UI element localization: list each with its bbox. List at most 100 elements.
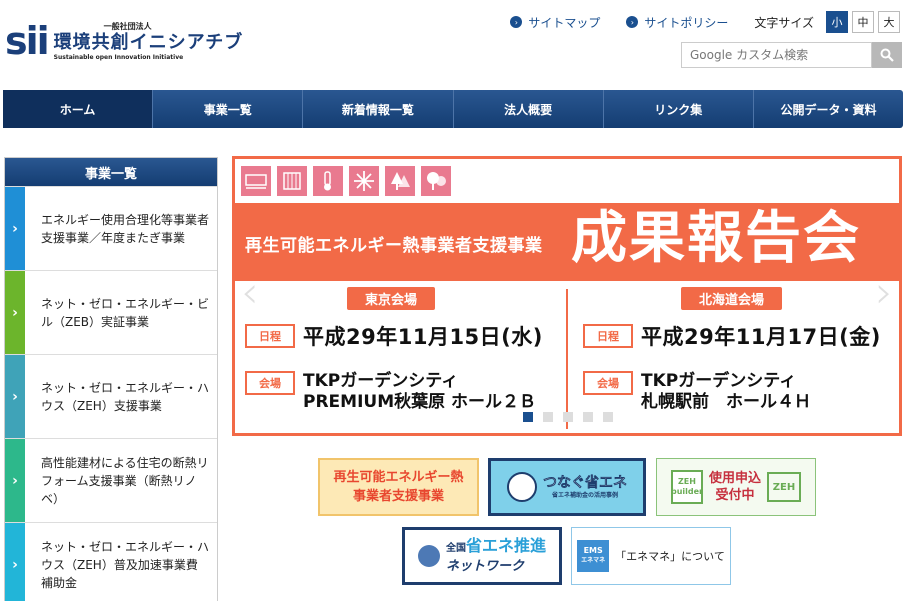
tokyo-date-row: 日程 平成29年11月15日(水) — [245, 321, 543, 351]
carousel-dot[interactable] — [603, 412, 613, 422]
thermometer-icon — [313, 166, 343, 196]
tokyo-place-line1: TKPガーデンシティ — [303, 371, 459, 391]
forest-icon — [385, 166, 415, 196]
sitemap-label: サイトマップ — [528, 15, 601, 30]
hokkaido-place-row: 会場 TKPガーデンシティ 札幌駅前 ホール４Ｈ — [583, 371, 811, 413]
zeh-builder-icon: ZEH builder — [670, 470, 703, 504]
chevron-right-icon: › — [626, 16, 639, 28]
hokkaido-date: 平成29年11月17日(金) — [641, 325, 881, 349]
magnifier-globe-icon — [507, 472, 537, 502]
sidebar-item[interactable]: › ネット・ゼロ・エネルギー・ビル（ZEB）実証事業 — [5, 270, 217, 354]
zeh-house-bottom: builder — [670, 487, 703, 496]
network-big: 省エネ推進 — [465, 535, 546, 555]
sidebar-item[interactable]: › ネット・ゼロ・エネルギー・ハウス（ZEH）支援事業 — [5, 354, 217, 438]
sidebar-item[interactable]: › エネルギー使用合理化等事業者支援事業／年度またぎ事業 — [5, 186, 217, 270]
nav-projects[interactable]: 事業一覧 — [153, 90, 304, 128]
banner-subtitle: 再生可能エネルギー熱事業者支援事業 — [245, 236, 543, 256]
banner-venues: 東京会場 日程 平成29年11月15日(水) 会場 TKPガーデンシティ PRE… — [235, 281, 899, 433]
snowflake-icon — [349, 166, 379, 196]
utility-bar: › サイトマップ › サイトポリシー 文字サイズ 小 中 大 — [510, 11, 900, 33]
search-icon — [880, 48, 894, 62]
zeh-line2: 受付中 — [715, 488, 755, 503]
banner-icon-strip — [235, 159, 899, 203]
font-size-large-button[interactable]: 大 — [878, 11, 900, 33]
energy-network-link-banner[interactable]: 全国省エネ推進 ネットワーク — [402, 527, 562, 585]
tokyo-place: TKPガーデンシティ PREMIUM秋葉原 ホール２Ｂ — [303, 371, 536, 413]
font-size-label: 文字サイズ — [754, 15, 814, 30]
renewable-heat-text: 再生可能エネルギー熱 事業者支援事業 — [333, 468, 463, 506]
tokyo-place-line2: PREMIUM秋葉原 ホール２Ｂ — [303, 392, 537, 412]
carousel-dot[interactable] — [583, 412, 593, 422]
logo-subtitle: Sustainable open Innovation Initiative — [53, 54, 184, 61]
sidebar-item[interactable]: › ネット・ゼロ・エネルギー・ハウス（ZEH）普及加速事業費補助金 — [5, 522, 217, 601]
tokyo-place-row: 会場 TKPガーデンシティ PREMIUM秋葉原 ホール２Ｂ — [245, 371, 536, 413]
chevron-right-icon: › — [5, 439, 25, 522]
sidebar-item-label: ネット・ゼロ・エネルギー・ハウス（ZEH）支援事業 — [41, 380, 210, 413]
site-policy-label: サイトポリシー — [644, 15, 729, 30]
nav-public-data[interactable]: 公開データ・資料 — [754, 90, 903, 128]
zeh-line1: 使用申込 — [708, 471, 761, 486]
venue-tag: 会場 — [245, 371, 295, 395]
event-banner[interactable]: 再生可能エネルギー熱事業者支援事業 成果報告会 東京会場 日程 平成29年11月… — [232, 156, 902, 436]
chevron-right-icon: › — [510, 16, 523, 28]
tsunagu-content: つなぐ省エネ 省エネ補助金の活用事例 — [507, 472, 627, 502]
tokyo-date: 平成29年11月15日(水) — [303, 325, 543, 349]
tsunagu-shoene-link-banner[interactable]: つなぐ省エネ 省エネ補助金の活用事例 — [488, 458, 646, 516]
renewable-heat-link-banner[interactable]: 再生可能エネルギー熱 事業者支援事業 — [318, 458, 479, 516]
logo-small-label: 一般社団法人 — [103, 22, 152, 31]
nav-about[interactable]: 法人概要 — [454, 90, 604, 128]
logo-text: 一般社団法人 環境共創イニシアチブ Sustainable open Innov… — [54, 22, 244, 62]
hokkaido-place: TKPガーデンシティ 札幌駅前 ホール４Ｈ — [641, 371, 811, 413]
network-prefix: 全国 — [445, 542, 466, 554]
sidebar-item-label: ネット・ゼロ・エネルギー・ハウス（ZEH）普及加速事業費補助金 — [41, 539, 210, 590]
enemane-link-banner[interactable]: EMS エネマネ 「エネマネ」について — [571, 527, 731, 585]
zeh-application-link-banner[interactable]: ZEH builder 使用申込 受付中 ZEH — [656, 458, 816, 516]
carousel-next-arrow[interactable]: › — [875, 271, 893, 315]
logo-name: 環境共創イニシアチブ — [53, 32, 244, 53]
font-size-medium-button[interactable]: 中 — [852, 11, 874, 33]
zeh-house-icon: ZEH — [767, 472, 801, 502]
people-icon — [417, 545, 440, 567]
sidebar-item[interactable]: › 高性能建材による住宅の断熱リフォーム支援事業（断熱リノベ） — [5, 438, 217, 522]
zeh-application-text: 使用申込 受付中 — [709, 470, 761, 504]
tsunagu-title: つなぐ省エネ — [543, 475, 627, 491]
carousel-prev-arrow[interactable]: ‹ — [241, 271, 259, 315]
carousel-dot[interactable] — [563, 412, 573, 422]
radiator-icon — [277, 166, 307, 196]
venue-tag: 会場 — [583, 371, 633, 395]
nav-home[interactable]: ホーム — [3, 90, 154, 128]
tsunagu-small: 省エネ補助金の活用事例 — [551, 492, 618, 499]
chevron-right-icon: › — [5, 271, 25, 354]
sidebar-item-label: 高性能建材による住宅の断熱リフォーム支援事業（断熱リノベ） — [41, 455, 209, 506]
sidebar-item-label: エネルギー使用合理化等事業者支援事業／年度またぎ事業 — [41, 212, 210, 245]
hokkaido-venue-badge: 北海道会場 — [681, 287, 783, 310]
carousel-dot[interactable] — [523, 412, 533, 422]
carousel-dot[interactable] — [543, 412, 553, 422]
hokkaido-date-row: 日程 平成29年11月17日(金) — [583, 321, 881, 351]
solar-collector-icon — [241, 166, 271, 196]
font-size-small-button[interactable]: 小 — [826, 11, 848, 33]
ems-logo-sub: エネマネ — [581, 557, 606, 564]
page: sii 一般社団法人 環境共創イニシアチブ Sustainable open I… — [0, 0, 906, 601]
search-input[interactable] — [681, 42, 872, 68]
carousel-dots — [523, 412, 623, 422]
site-logo[interactable]: sii 一般社団法人 環境共創イニシアチブ Sustainable open I… — [5, 22, 243, 62]
tsunagu-text: つなぐ省エネ 省エネ補助金の活用事例 — [543, 474, 627, 500]
search-button[interactable] — [872, 42, 902, 68]
sidebar-item-label: ネット・ゼロ・エネルギー・ビル（ZEB）実証事業 — [41, 296, 210, 329]
venue-divider — [566, 289, 568, 429]
renewable-heat-line1: 再生可能エネルギー熱 — [333, 470, 464, 485]
renewable-heat-line2: 事業者支援事業 — [352, 489, 444, 504]
chevron-right-icon: › — [5, 523, 25, 601]
zeh-house-top: ZEH — [678, 477, 696, 486]
sidebar-title: 事業一覧 — [5, 158, 217, 186]
sitemap-link[interactable]: › サイトマップ — [510, 14, 600, 31]
sidebar: 事業一覧 › エネルギー使用合理化等事業者支援事業／年度またぎ事業 › ネット・… — [4, 157, 218, 601]
trees-icon — [421, 166, 451, 196]
network-line2: ネットワーク — [445, 558, 524, 574]
site-policy-link[interactable]: › サイトポリシー — [626, 14, 728, 31]
hokkaido-place-line1: TKPガーデンシティ — [641, 371, 797, 391]
nav-links[interactable]: リンク集 — [604, 90, 754, 128]
nav-news[interactable]: 新着情報一覧 — [303, 90, 454, 128]
banner-main-title: 成果報告会 — [571, 206, 861, 271]
